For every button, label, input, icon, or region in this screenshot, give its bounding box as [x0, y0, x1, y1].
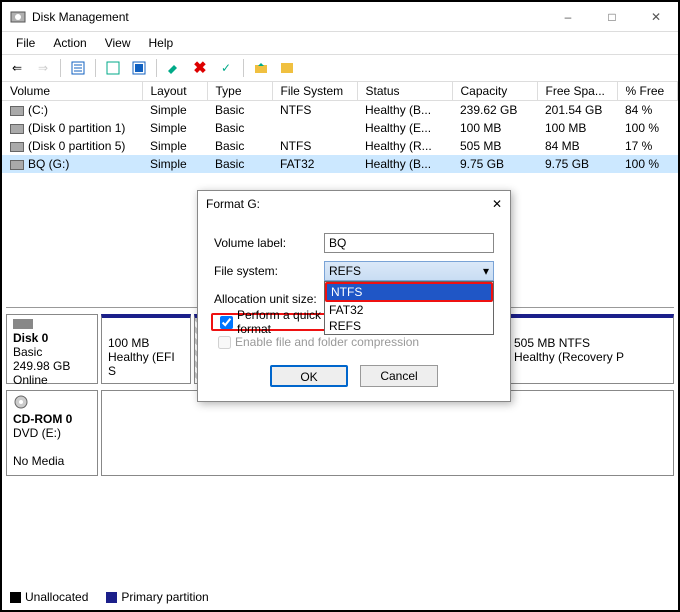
volume-label-label: Volume label: [214, 236, 324, 250]
filesystem-combo[interactable]: REFS ▾ [324, 261, 494, 281]
drive-icon [10, 160, 24, 170]
compression-checkbox [218, 336, 231, 349]
cancel-button[interactable]: Cancel [360, 365, 438, 387]
delete-icon[interactable]: ✖ [189, 57, 211, 79]
col-free[interactable]: Free Spa... [537, 82, 617, 101]
ok-button[interactable]: OK [270, 365, 348, 387]
window-title: Disk Management [32, 10, 546, 24]
partition[interactable]: 100 MB Healthy (EFI S [101, 314, 191, 384]
disk-row: CD-ROM 0 DVD (E:) No Media [6, 390, 674, 476]
folder-up-icon[interactable] [250, 57, 272, 79]
toolbar: ⇐ ⇒ ✖ ✓ [2, 54, 678, 82]
menu-action[interactable]: Action [45, 34, 94, 52]
option-fat32[interactable]: FAT32 [325, 302, 493, 318]
view-list-icon[interactable] [67, 57, 89, 79]
drive-icon [10, 124, 24, 134]
col-layout[interactable]: Layout [142, 82, 207, 101]
disk-icon [13, 319, 33, 329]
swatch-unallocated [10, 592, 21, 603]
col-fs[interactable]: File System [272, 82, 357, 101]
table-row[interactable]: (C:) SimpleBasicNTFSHealthy (B...239.62 … [2, 101, 678, 120]
titlebar: Disk Management – □ ✕ [2, 2, 678, 32]
menu-help[interactable]: Help [141, 34, 182, 52]
partition-empty[interactable] [101, 390, 674, 476]
disk-header[interactable]: CD-ROM 0 DVD (E:) No Media [6, 390, 98, 476]
table-row[interactable]: (Disk 0 partition 1) SimpleBasicHealthy … [2, 119, 678, 137]
disk-header[interactable]: Disk 0 Basic 249.98 GB Online [6, 314, 98, 384]
forward-icon[interactable]: ⇒ [32, 57, 54, 79]
aus-label: Allocation unit size: [214, 292, 324, 306]
volume-label-input[interactable] [324, 233, 494, 253]
option-ntfs[interactable]: NTFS [325, 282, 493, 302]
minimize-button[interactable]: – [546, 3, 590, 31]
drive-icon [10, 106, 24, 116]
menu-file[interactable]: File [8, 34, 43, 52]
quick-format-checkbox[interactable] [220, 316, 233, 329]
col-pct[interactable]: % Free [617, 82, 678, 101]
disk-mgmt-icon [10, 9, 26, 25]
col-status[interactable]: Status [357, 82, 452, 101]
help-icon[interactable] [276, 57, 298, 79]
chevron-down-icon: ▾ [483, 264, 489, 278]
col-volume[interactable]: Volume [2, 82, 142, 101]
check-icon[interactable]: ✓ [215, 57, 237, 79]
col-capacity[interactable]: Capacity [452, 82, 537, 101]
cdrom-icon [13, 395, 31, 409]
option-refs[interactable]: REFS [325, 318, 493, 334]
properties-icon[interactable] [128, 57, 150, 79]
table-row[interactable]: (Disk 0 partition 5) SimpleBasicNTFSHeal… [2, 137, 678, 155]
dialog-title: Format G: [206, 197, 492, 211]
compression-label: Enable file and folder compression [235, 335, 419, 349]
dialog-close-icon[interactable]: ✕ [492, 197, 502, 211]
volume-table: Volume Layout Type File System Status Ca… [2, 82, 678, 173]
legend: Unallocated Primary partition [10, 590, 209, 604]
menubar: File Action View Help [2, 32, 678, 54]
filesystem-label: File system: [214, 264, 324, 278]
maximize-button[interactable]: □ [590, 3, 634, 31]
settings-icon[interactable] [163, 57, 185, 79]
col-type[interactable]: Type [207, 82, 272, 101]
menu-view[interactable]: View [97, 34, 139, 52]
table-row[interactable]: BQ (G:) SimpleBasicFAT32Healthy (B...9.7… [2, 155, 678, 173]
swatch-primary [106, 592, 117, 603]
drive-icon [10, 142, 24, 152]
refresh-icon[interactable] [102, 57, 124, 79]
close-button[interactable]: ✕ [634, 3, 678, 31]
back-icon[interactable]: ⇐ [6, 57, 28, 79]
partition[interactable]: 505 MB NTFS Healthy (Recovery P [507, 314, 674, 384]
filesystem-dropdown: NTFS FAT32 REFS [324, 281, 494, 335]
format-dialog: Format G: ✕ Volume label: File system: R… [197, 190, 511, 402]
